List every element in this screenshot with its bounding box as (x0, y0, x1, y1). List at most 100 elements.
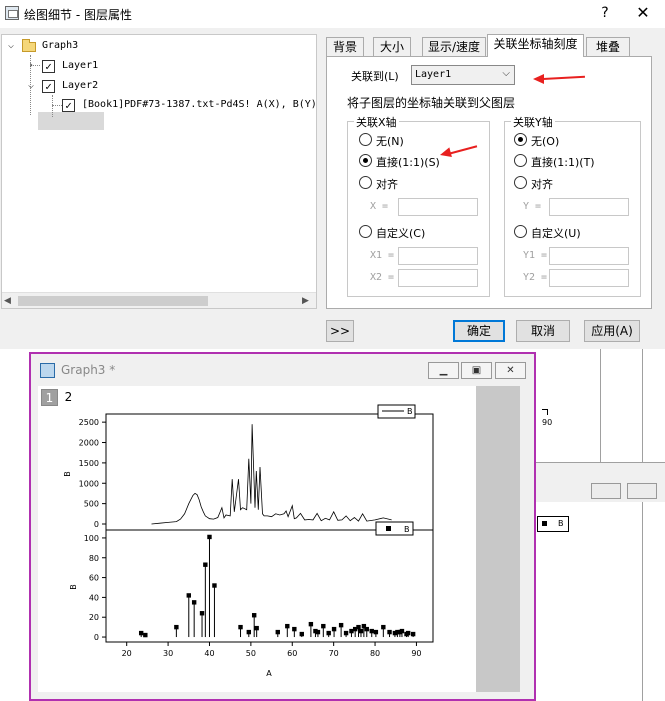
scroll-right-icon[interactable]: ▶ (302, 293, 314, 308)
y-none-radio[interactable] (514, 133, 527, 146)
background-axis-tick (547, 409, 548, 415)
graph-window-titlebar[interactable]: Graph3 * ▁ ▣ ✕ (31, 354, 534, 384)
layer2-checkbox[interactable]: ✓ (42, 80, 55, 93)
graph-window[interactable]: Graph3 * ▁ ▣ ✕ 1 2 2500 2000 1500 1000 500 0 … (29, 352, 536, 701)
chevron-down-icon: ⌵ (502, 68, 510, 79)
background-window-edge (600, 349, 601, 469)
data-point (186, 593, 191, 598)
apply-button[interactable]: 应用(A) (584, 320, 640, 342)
data-point (315, 629, 321, 635)
tree-item-layer1[interactable]: › ✓ Layer1 (2, 57, 316, 75)
close-window-button[interactable]: ✕ (495, 362, 526, 379)
tree-item-dataset[interactable]: ✓ [Book1]PDF#73-1387.txt-Pd4S! A(X), B(Y… (2, 96, 316, 114)
tree-item-graph3[interactable]: ⌵ Graph3 (2, 37, 316, 55)
tab-link-axes-scales[interactable]: 关联坐标轴刻度 (487, 34, 584, 57)
data-point (338, 622, 344, 628)
data-point (387, 629, 392, 635)
tab-display-speed[interactable]: 显示/速度 (422, 37, 486, 57)
layer1-frame (105, 413, 434, 531)
x-align-input[interactable] (398, 198, 478, 216)
data-point (364, 626, 369, 632)
layer2-ylabel: B (69, 584, 78, 590)
link-to-dropdown[interactable]: Layer1 ⌵ (411, 65, 515, 85)
tab-size[interactable]: 大小 (373, 37, 411, 57)
scroll-left-icon[interactable]: ◀ (4, 293, 16, 308)
help-button[interactable]: ? (596, 3, 614, 23)
background-tick-label: 90 (542, 418, 553, 427)
x2-field-label: X2 = (370, 272, 395, 283)
data-point (373, 629, 379, 635)
x-none-label[interactable]: 无(N) (376, 133, 404, 149)
background-legend: B (537, 516, 569, 532)
data-point (410, 631, 416, 637)
x-custom-label[interactable]: 自定义(C) (376, 225, 425, 241)
x-tick-label: 70 (329, 649, 339, 658)
dataset-checkbox[interactable]: ✓ (62, 99, 75, 112)
x-align-label[interactable]: 对齐 (376, 176, 398, 192)
y-tick-label: 100 (84, 534, 99, 543)
close-button[interactable]: ✕ (632, 2, 654, 24)
expand-icon[interactable]: › (26, 57, 36, 75)
tab-stack[interactable]: 堆叠 (586, 37, 630, 57)
layer1-ylabel: B (63, 471, 72, 477)
y-direct-radio[interactable] (514, 154, 527, 167)
y-tick-label: 500 (84, 500, 99, 509)
collapse-icon[interactable]: ⌵ (26, 77, 36, 95)
x-tick-label: 50 (246, 649, 256, 658)
ok-button[interactable]: 确定 (453, 320, 505, 342)
plot-details-dialog: 绘图细节 - 图层属性 ? ✕ ⌵ Graph3 › ✓ Layer1 ⌵ ✓ … (0, 0, 665, 349)
scrollbar-thumb[interactable] (18, 296, 208, 306)
data-point (331, 626, 337, 632)
restore-button[interactable]: ▣ (461, 362, 492, 379)
tree-horizontal-scrollbar[interactable]: ◀ ▶ (2, 292, 316, 308)
y-tick-label: 1500 (79, 459, 99, 468)
y-direct-label[interactable]: 直接(1:1)(T) (531, 154, 595, 170)
data-point (199, 611, 205, 616)
tree-item-label: [Book1]PDF#73-1387.txt-Pd4S! A(X), B(Y) (82, 99, 317, 110)
background-window-edge (642, 349, 643, 701)
x-align-radio[interactable] (359, 176, 372, 189)
y-align-label[interactable]: 对齐 (531, 176, 553, 192)
data-point (138, 630, 144, 636)
y1-input[interactable] (549, 247, 629, 265)
layer2-x-axis: 20 30 40 50 60 70 80 90 (122, 642, 422, 658)
x1-input[interactable] (398, 247, 478, 265)
y-custom-label[interactable]: 自定义(U) (531, 225, 581, 241)
tree-selection-highlight (38, 112, 104, 130)
minimize-button[interactable]: ▁ (428, 362, 459, 379)
expand-button[interactable]: >> (326, 320, 354, 342)
y-align-input[interactable] (549, 198, 629, 216)
layer1-checkbox[interactable]: ✓ (42, 60, 55, 73)
tab-background[interactable]: 背景 (326, 37, 364, 57)
y-tick-label: 2000 (79, 439, 99, 448)
x1-field-label: X1 = (370, 250, 395, 261)
minimize-icon[interactable] (591, 483, 621, 499)
y-custom-radio[interactable] (514, 225, 527, 238)
data-point (405, 630, 411, 636)
x-tick-label: 90 (411, 649, 421, 658)
cancel-button[interactable]: 取消 (516, 320, 570, 342)
plot-canvas[interactable]: 2500 2000 1500 1000 500 0 B B 100 80 60 40 20 0 20… (38, 386, 476, 692)
data-point (251, 613, 257, 618)
layer1-legend-label: B (407, 407, 413, 416)
y-tick-label: 2500 (79, 418, 99, 427)
x-direct-label[interactable]: 直接(1:1)(S) (376, 154, 440, 170)
y2-input[interactable] (549, 269, 629, 287)
x2-input[interactable] (398, 269, 478, 287)
y-none-label[interactable]: 无(O) (531, 133, 559, 149)
tree-item-layer2[interactable]: ⌵ ✓ Layer2 (2, 77, 316, 95)
y-align-radio[interactable] (514, 176, 527, 189)
y-tick-label: 20 (89, 613, 99, 622)
graph-page[interactable]: 1 2 2500 2000 1500 1000 500 0 B B 100 80 60 40 20… (38, 386, 476, 692)
layer-tree[interactable]: ⌵ Graph3 › ✓ Layer1 ⌵ ✓ Layer2 ✓ [Book1]… (1, 34, 317, 309)
x-direct-radio[interactable] (359, 154, 372, 167)
collapse-icon[interactable]: ⌵ (6, 37, 16, 55)
legend-label: B (558, 519, 564, 528)
maximize-icon[interactable] (627, 483, 657, 499)
data-point (143, 632, 148, 638)
x-none-radio[interactable] (359, 133, 372, 146)
x-custom-radio[interactable] (359, 225, 372, 238)
x-tick-label: 40 (204, 649, 214, 658)
y-tick-label: 0 (94, 520, 99, 529)
graph-icon (40, 363, 55, 378)
